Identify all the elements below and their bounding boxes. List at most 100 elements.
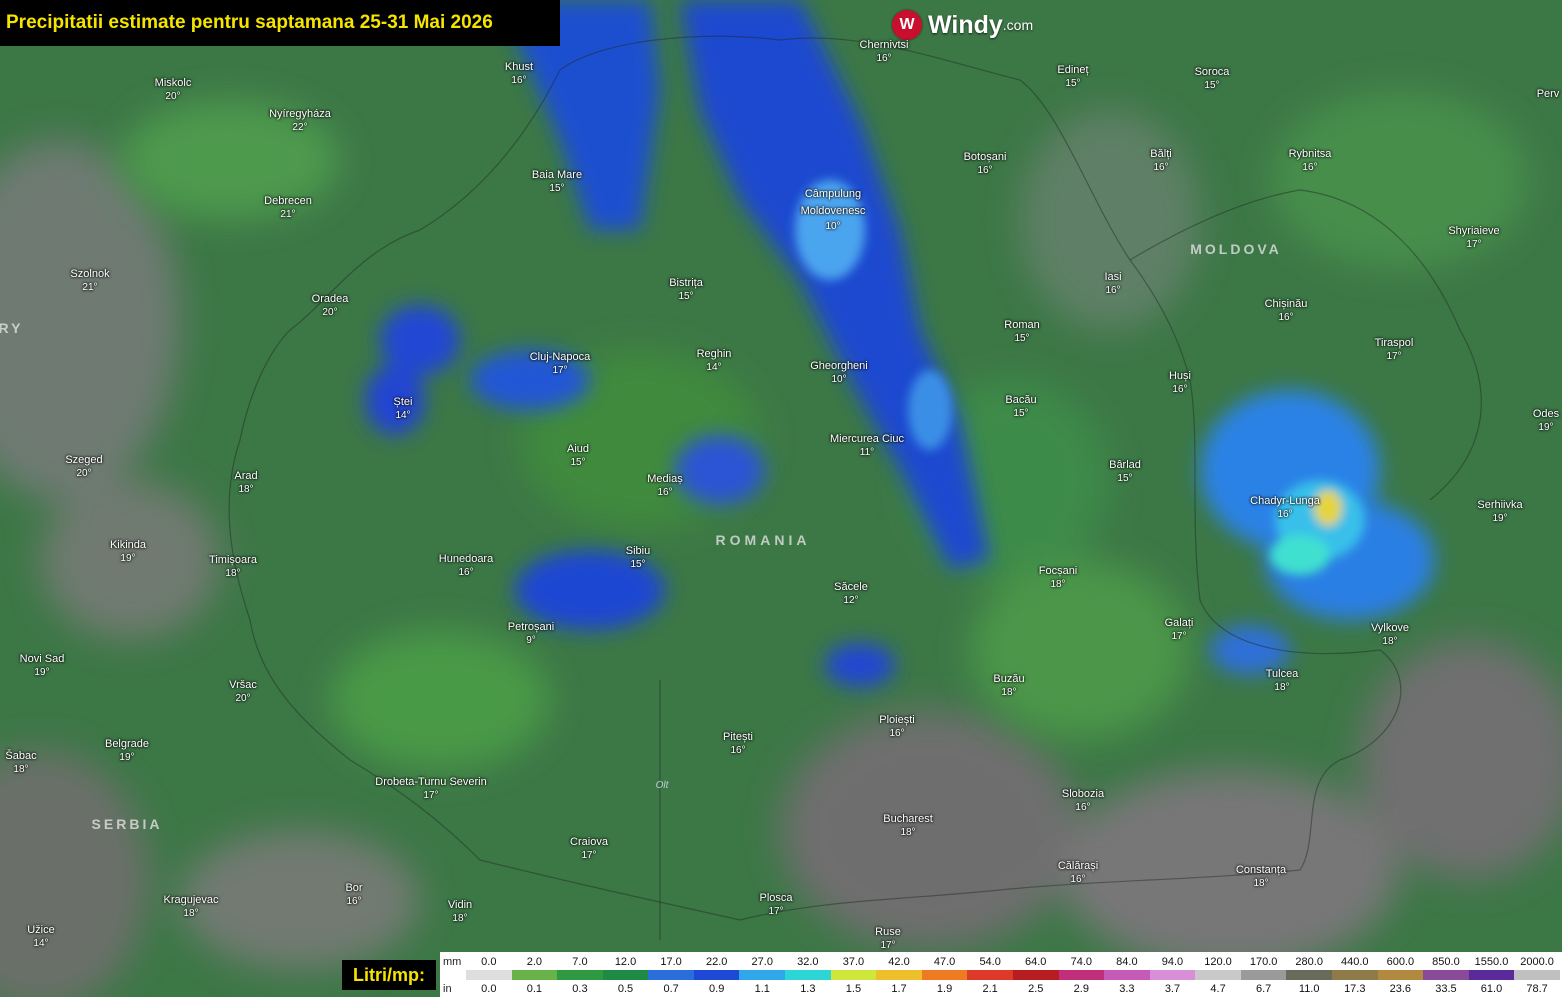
city-label[interactable]: Chadyr-Lunga 16° — [1250, 494, 1320, 522]
city-label[interactable]: Iasi 16° — [1104, 270, 1121, 298]
legend-tick-mm: 32.0 — [797, 956, 819, 968]
legend-color-swatch — [1286, 970, 1332, 980]
city-temp: 16° — [511, 75, 527, 86]
city-temp: 18° — [452, 913, 468, 924]
city-label[interactable]: Khust 16° — [505, 60, 533, 88]
city-label[interactable]: Gheorgheni 10° — [810, 359, 868, 387]
city-temp: 19° — [119, 752, 135, 763]
city-label[interactable]: Aiud 15° — [567, 442, 589, 470]
city-label[interactable]: Călărași 16° — [1058, 859, 1098, 887]
city-name: Galați — [1164, 617, 1194, 629]
city-label[interactable]: Focșani 18° — [1039, 564, 1078, 592]
windy-brand: Windy — [928, 10, 1003, 39]
city-label[interactable]: Oradea 20° — [312, 292, 349, 320]
city-temp: 17° — [768, 906, 784, 917]
city-label[interactable]: Slobozia 16° — [1062, 787, 1104, 815]
city-label[interactable]: Užice 14° — [27, 923, 55, 951]
city-label[interactable]: Perv — [1537, 87, 1560, 101]
city-label[interactable]: Kragujevac 18° — [163, 893, 218, 921]
precipitation-legend[interactable]: mm in 0.0 2.0 7.0 12.0 17.0 22.0 27.0 32.0 37.0 4… — [440, 952, 1562, 997]
city-temp: 16° — [1278, 312, 1294, 323]
city-label[interactable]: Bor 16° — [345, 881, 362, 909]
city-label[interactable]: Kikinda 19° — [110, 538, 146, 566]
city-label[interactable]: Craiova 17° — [570, 835, 608, 863]
city-label[interactable]: Bucharest 18° — [883, 812, 933, 840]
city-label[interactable]: Šabac 18° — [5, 749, 36, 777]
city-label[interactable]: Odes 19° — [1533, 407, 1559, 435]
city-name: Constanța — [1235, 864, 1287, 876]
city-label[interactable]: Belgrade 19° — [105, 737, 149, 765]
city-label[interactable]: Plosca 17° — [759, 891, 792, 919]
city-label[interactable]: Cluj-Napoca 17° — [530, 350, 591, 378]
city-label[interactable]: Botoșani 16° — [964, 150, 1007, 178]
city-label[interactable]: Chernivtsi 16° — [860, 38, 909, 66]
city-label[interactable]: Huși 16° — [1169, 369, 1191, 397]
city-name: Nyíregyháza — [269, 108, 331, 120]
city-label[interactable]: Petroșani 9° — [508, 620, 554, 648]
city-temp: 16° — [730, 745, 746, 756]
city-label[interactable]: Debrecen 21° — [264, 194, 312, 222]
city-label[interactable]: Constanța 18° — [1236, 863, 1286, 891]
city-label[interactable]: Nyíregyháza 22° — [269, 107, 331, 135]
city-label[interactable]: Ruse 17° — [875, 925, 901, 953]
city-label[interactable]: Miercurea Ciuc 11° — [830, 432, 904, 460]
legend-tick-mm: 94.0 — [1161, 956, 1184, 968]
legend-ticks-in: 0.0 0.1 0.3 0.5 0.7 0.9 1.1 1.3 1.5 1.7 1.9 2.1 2.5 2… — [466, 983, 1560, 995]
legend-unit-label: Litri/mp: — [342, 960, 436, 990]
city-label[interactable]: Sibiu 15° — [626, 544, 650, 572]
city-name: Buzău — [993, 673, 1025, 685]
city-label[interactable]: Mediaș 16° — [647, 472, 682, 500]
legend-color-swatch — [1423, 970, 1469, 980]
legend-tick-in: 61.0 — [1480, 983, 1503, 995]
city-label[interactable]: Buzău 18° — [993, 672, 1024, 700]
legend-tick-mm: 280.0 — [1295, 956, 1323, 968]
windy-logo[interactable]: W Windy .com — [892, 8, 1033, 42]
city-temp: 17° — [880, 940, 896, 951]
legend-color-swatch — [1514, 970, 1560, 980]
city-name: Debrecen — [264, 195, 312, 207]
city-name: Timișoara — [209, 554, 257, 566]
legend-tick-in: 1.5 — [845, 983, 862, 995]
city-label[interactable]: Edineț 15° — [1057, 63, 1088, 91]
city-label[interactable]: Bistrița 15° — [669, 276, 703, 304]
city-label[interactable]: Pitești 16° — [723, 730, 753, 758]
city-label[interactable]: Serhiivka 19° — [1477, 498, 1522, 526]
city-label[interactable]: Szeged 20° — [65, 453, 102, 481]
legend-tick-mm: 2000.0 — [1520, 956, 1554, 968]
city-label[interactable]: Câmpulung Moldovenesc 10° — [788, 186, 878, 234]
city-name: Užice — [27, 924, 55, 936]
city-label[interactable]: Arad 18° — [234, 469, 257, 497]
city-label[interactable]: Bârlad 15° — [1109, 458, 1141, 486]
legend-tick-mm: 37.0 — [842, 956, 865, 968]
city-label[interactable]: Szolnok 21° — [70, 267, 109, 295]
legend-tick-in: 0.7 — [663, 983, 679, 995]
city-label[interactable]: Ștei 14° — [394, 395, 413, 423]
city-name: Bucharest — [883, 813, 933, 825]
city-label[interactable]: Reghin 14° — [697, 347, 732, 375]
city-label[interactable]: Drobeta-Turnu Severin 17° — [375, 775, 486, 803]
city-label[interactable]: Soroca 15° — [1195, 65, 1230, 93]
city-label[interactable]: Vidin 18° — [448, 898, 472, 926]
city-label[interactable]: Tulcea 18° — [1266, 667, 1299, 695]
city-label[interactable]: Novi Sad 19° — [20, 652, 65, 680]
city-label[interactable]: Baia Mare 15° — [532, 168, 582, 196]
city-label[interactable]: Vylkove 18° — [1371, 621, 1409, 649]
city-label[interactable]: Tiraspol 17° — [1375, 336, 1414, 364]
map-stage[interactable]: Precipitatii estimate pentru saptamana 2… — [0, 0, 1562, 997]
city-label[interactable]: Chișinău 16° — [1265, 297, 1308, 325]
city-temp: 16° — [1302, 162, 1318, 173]
city-temp: 16° — [458, 567, 474, 578]
city-name: Sibiu — [625, 545, 651, 557]
city-label[interactable]: Rybnitsa 16° — [1289, 147, 1332, 175]
city-label[interactable]: Săcele 12° — [834, 580, 868, 608]
city-label[interactable]: Ploiești 16° — [879, 713, 914, 741]
city-label[interactable]: Hunedoara 16° — [439, 552, 493, 580]
city-label[interactable]: Vršac 20° — [229, 678, 257, 706]
city-label[interactable]: Galați 17° — [1165, 616, 1194, 644]
city-label[interactable]: Shyriaieve 17° — [1448, 224, 1499, 252]
city-label[interactable]: Miskolc 20° — [155, 76, 192, 104]
city-label[interactable]: Bălți 16° — [1150, 147, 1171, 175]
city-label[interactable]: Roman 15° — [1004, 318, 1039, 346]
city-label[interactable]: Bacău 15° — [1005, 393, 1036, 421]
city-label[interactable]: Timișoara 18° — [209, 553, 257, 581]
